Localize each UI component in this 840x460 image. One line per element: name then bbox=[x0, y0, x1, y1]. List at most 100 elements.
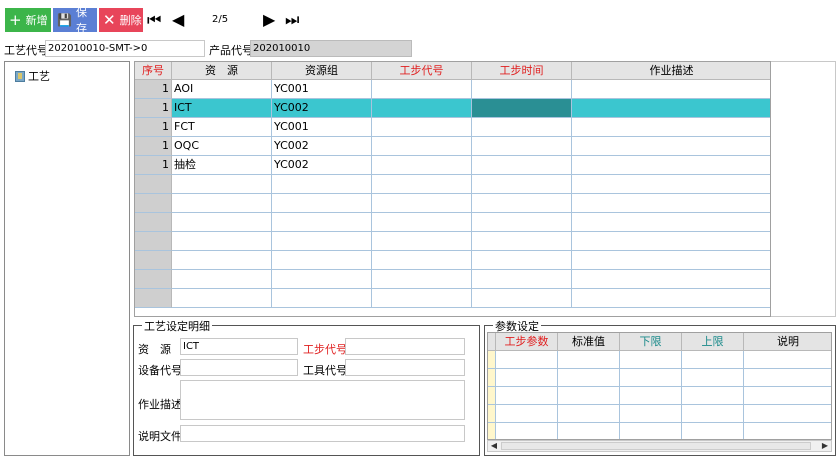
table-cell-group[interactable] bbox=[272, 232, 372, 251]
equipment-code-field[interactable] bbox=[180, 359, 298, 376]
params-cell[interactable] bbox=[488, 369, 496, 387]
table-cell-seq[interactable]: 1 bbox=[135, 80, 172, 99]
table-cell-desc[interactable] bbox=[572, 175, 770, 194]
params-cell[interactable] bbox=[496, 351, 558, 369]
params-cell[interactable] bbox=[682, 369, 744, 387]
previous-record-icon[interactable]: ◀ bbox=[172, 12, 184, 28]
params-col-header-step-param[interactable]: 工步参数 bbox=[496, 333, 558, 351]
table-cell-seq[interactable] bbox=[135, 175, 172, 194]
table-cell-seq[interactable] bbox=[135, 194, 172, 213]
params-col-header-lower-limit[interactable]: 下限 bbox=[620, 333, 682, 351]
table-cell-step_code[interactable] bbox=[372, 80, 472, 99]
table-cell-step_time[interactable] bbox=[472, 251, 572, 270]
table-cell-step_code[interactable] bbox=[372, 156, 472, 175]
last-record-icon[interactable]: ⏭ bbox=[285, 12, 299, 28]
table-cell-seq[interactable] bbox=[135, 251, 172, 270]
table-row-empty[interactable] bbox=[135, 251, 770, 270]
table-cell-resource[interactable]: FCT bbox=[172, 118, 272, 137]
table-cell-step_code[interactable] bbox=[372, 137, 472, 156]
new-button[interactable]: + 新增 bbox=[5, 8, 51, 32]
table-cell-seq[interactable] bbox=[135, 270, 172, 289]
table-cell-desc[interactable] bbox=[572, 289, 770, 308]
process-steps-grid[interactable]: 序号 资 源 资源组 工步代号 工步时间 作业描述 •••1AOIYC001••… bbox=[134, 61, 771, 317]
table-cell-step_time[interactable] bbox=[472, 232, 572, 251]
params-cell[interactable] bbox=[488, 405, 496, 423]
table-cell-desc[interactable] bbox=[572, 80, 770, 99]
params-cell[interactable] bbox=[682, 405, 744, 423]
table-row-empty[interactable] bbox=[135, 289, 770, 308]
table-cell-step_code[interactable] bbox=[372, 118, 472, 137]
table-cell-seq[interactable]: 1 bbox=[135, 118, 172, 137]
table-cell-desc[interactable] bbox=[572, 194, 770, 213]
save-button[interactable]: 💾 保存 bbox=[53, 6, 97, 35]
table-cell-seq[interactable] bbox=[135, 289, 172, 308]
table-row-empty[interactable] bbox=[135, 175, 770, 194]
table-cell-step_time[interactable] bbox=[472, 270, 572, 289]
table-cell-step_code[interactable] bbox=[372, 289, 472, 308]
table-cell-resource[interactable] bbox=[172, 270, 272, 289]
params-cell[interactable] bbox=[620, 369, 682, 387]
table-row-empty[interactable] bbox=[135, 194, 770, 213]
table-cell-desc[interactable] bbox=[572, 118, 770, 137]
table-row-empty[interactable] bbox=[135, 232, 770, 251]
table-cell-step_time[interactable] bbox=[472, 99, 572, 118]
table-cell-resource[interactable] bbox=[172, 289, 272, 308]
process-tree[interactable]: 工艺 bbox=[4, 61, 130, 456]
table-row[interactable]: •••1ICTYC002 bbox=[135, 99, 770, 118]
table-cell-seq[interactable] bbox=[135, 213, 172, 232]
params-cell[interactable] bbox=[620, 351, 682, 369]
table-cell-step_code[interactable] bbox=[372, 213, 472, 232]
table-cell-group[interactable] bbox=[272, 289, 372, 308]
process-code-field[interactable]: 202010010-SMT->0 bbox=[45, 40, 205, 57]
table-cell-step_time[interactable] bbox=[472, 156, 572, 175]
table-cell-desc[interactable] bbox=[572, 270, 770, 289]
table-row[interactable]: •••1AOIYC001 bbox=[135, 80, 770, 99]
table-cell-group[interactable]: YC002 bbox=[272, 156, 372, 175]
table-cell-group[interactable] bbox=[272, 270, 372, 289]
params-cell[interactable] bbox=[744, 405, 831, 423]
table-cell-group[interactable]: YC002 bbox=[272, 99, 372, 118]
doc-field[interactable] bbox=[180, 425, 465, 442]
table-cell-step_code[interactable] bbox=[372, 194, 472, 213]
table-cell-step_code[interactable] bbox=[372, 232, 472, 251]
table-cell-resource[interactable] bbox=[172, 213, 272, 232]
table-cell-seq[interactable]: 1 bbox=[135, 156, 172, 175]
params-horizontal-scrollbar[interactable]: ◀ ▶ bbox=[487, 440, 832, 452]
table-cell-step_time[interactable] bbox=[472, 137, 572, 156]
table-cell-desc[interactable] bbox=[572, 251, 770, 270]
table-cell-resource[interactable] bbox=[172, 251, 272, 270]
scroll-left-icon[interactable]: ◀ bbox=[488, 441, 500, 451]
table-row[interactable]: •••1FCTYC001 bbox=[135, 118, 770, 137]
params-row-empty[interactable] bbox=[488, 405, 831, 424]
table-cell-group[interactable]: YC001 bbox=[272, 80, 372, 99]
params-cell[interactable] bbox=[682, 387, 744, 405]
table-cell-resource[interactable] bbox=[172, 232, 272, 251]
params-cell[interactable] bbox=[496, 387, 558, 405]
table-cell-resource[interactable] bbox=[172, 194, 272, 213]
table-cell-step_code[interactable] bbox=[372, 175, 472, 194]
table-cell-group[interactable] bbox=[272, 213, 372, 232]
table-cell-desc[interactable] bbox=[572, 232, 770, 251]
table-cell-desc[interactable] bbox=[572, 99, 770, 118]
table-cell-resource[interactable]: OQC bbox=[172, 137, 272, 156]
table-cell-seq[interactable]: 1 bbox=[135, 99, 172, 118]
col-header-step-code[interactable]: 工步代号 bbox=[372, 62, 472, 80]
table-cell-group[interactable]: YC001 bbox=[272, 118, 372, 137]
table-row-empty[interactable] bbox=[135, 270, 770, 289]
params-cell[interactable] bbox=[620, 405, 682, 423]
table-cell-group[interactable] bbox=[272, 251, 372, 270]
params-cell[interactable] bbox=[620, 423, 682, 439]
params-cell[interactable] bbox=[558, 387, 620, 405]
params-cell[interactable] bbox=[488, 387, 496, 405]
first-record-icon[interactable]: ⏮ bbox=[147, 12, 161, 28]
table-cell-resource[interactable]: 抽检 bbox=[172, 156, 272, 175]
step-code-field[interactable] bbox=[345, 338, 465, 355]
table-cell-step_time[interactable] bbox=[472, 118, 572, 137]
table-row[interactable]: •••1抽检YC002 bbox=[135, 156, 770, 175]
delete-button[interactable]: ✕ 删除 bbox=[99, 8, 143, 32]
scroll-right-icon[interactable]: ▶ bbox=[819, 441, 831, 451]
col-header-step-time[interactable]: 工步时间 bbox=[472, 62, 572, 80]
params-cell[interactable] bbox=[620, 387, 682, 405]
table-cell-seq[interactable] bbox=[135, 232, 172, 251]
resource-field[interactable]: ICT bbox=[180, 338, 298, 355]
